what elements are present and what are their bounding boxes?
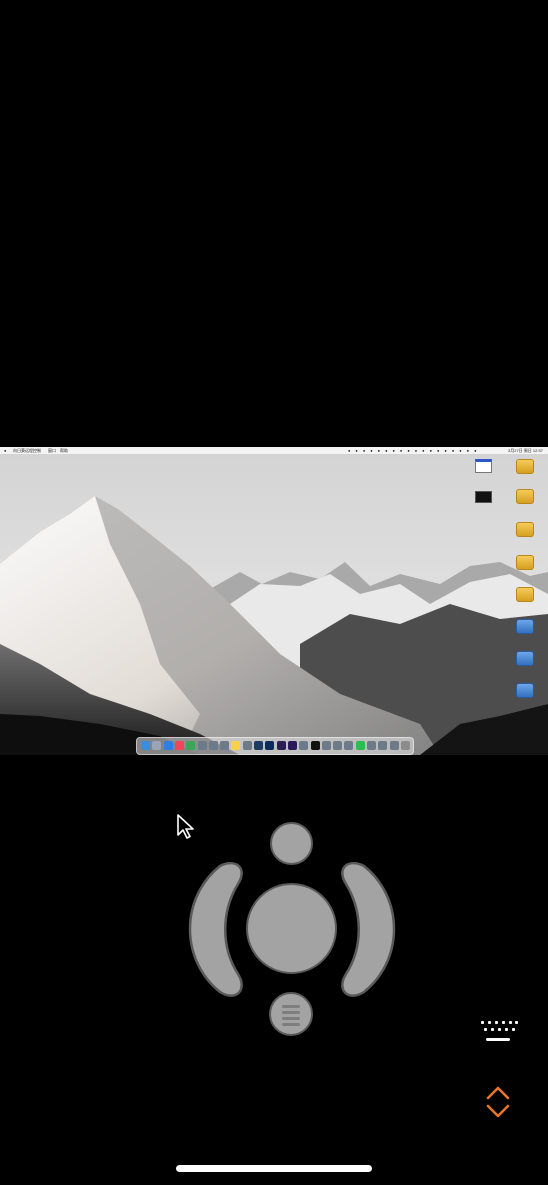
dock-app-icon[interactable] (378, 741, 388, 750)
keyboard-icon[interactable] (478, 1018, 520, 1044)
dock-premiere-pro-icon[interactable] (287, 741, 297, 750)
mouse-pointer-icon (177, 814, 194, 839)
dock-app-icon[interactable] (197, 741, 207, 750)
dock-app-icon[interactable] (220, 741, 230, 750)
app-menu-label[interactable]: 向日葵远程控制 (13, 447, 41, 454)
drive-icon (516, 587, 534, 602)
scroll-grip (282, 1011, 300, 1014)
dock-after-effects-icon[interactable] (276, 741, 286, 750)
home-indicator[interactable] (176, 1165, 372, 1172)
dock-notes-icon[interactable] (231, 741, 241, 750)
status-icons[interactable]: ●●●●●●●●●●●●●●●●●● (348, 447, 482, 454)
desktop-icon-drive[interactable] (502, 555, 548, 570)
desktop-icon-drive[interactable] (502, 587, 548, 602)
network-drive-icon (516, 619, 534, 634)
desktop-icon-drive[interactable] (502, 489, 548, 504)
controller-top-button[interactable] (270, 822, 313, 865)
display-icon (474, 491, 492, 503)
chevron-up-down-icon[interactable] (484, 1084, 512, 1120)
dock-safari-icon[interactable] (163, 741, 173, 750)
dock-app-icon[interactable] (344, 741, 354, 750)
dock-music-icon[interactable] (174, 741, 184, 750)
menu-item-window[interactable]: 窗口 (48, 447, 56, 454)
desktop-icon-drive[interactable] (502, 522, 548, 537)
menu-item-help[interactable]: 帮助 (60, 447, 68, 454)
dock-chrome-icon[interactable] (186, 741, 196, 750)
desktop-icon-display[interactable] (460, 491, 506, 503)
dock-launchpad-icon[interactable] (152, 741, 162, 750)
network-drive-icon (516, 683, 534, 698)
controller-right-button[interactable] (338, 856, 402, 1002)
mac-dock (136, 737, 414, 755)
dock-app-icon[interactable] (208, 741, 218, 750)
dock-app-icon[interactable] (333, 741, 343, 750)
dock-app-icon[interactable] (299, 741, 309, 750)
scroll-grip (282, 1017, 300, 1020)
drive-icon (516, 522, 534, 537)
mac-menubar[interactable]: ● 向日葵远程控制 窗口 帮助 ●●●●●●●●●●●●●●●●●● 3月27日… (0, 447, 548, 454)
desktop-icon-network-drive[interactable] (502, 619, 548, 634)
controller-left-button[interactable] (182, 856, 246, 1002)
controller-scroll-button[interactable] (269, 992, 313, 1036)
desktop-icon-drive[interactable] (502, 459, 548, 474)
network-drive-icon (516, 651, 534, 666)
dock-app-icon[interactable] (242, 741, 252, 750)
scroll-grip (282, 1005, 300, 1008)
remote-desktop-screen[interactable]: ● 向日葵远程控制 窗口 帮助 ●●●●●●●●●●●●●●●●●● 3月27日… (0, 447, 548, 755)
dock-trash-icon[interactable] (400, 741, 410, 750)
dock-app-icon[interactable] (367, 741, 376, 750)
dock-capcut-icon[interactable] (310, 741, 320, 750)
controller-center-button[interactable] (246, 883, 337, 974)
apple-icon[interactable]: ● (4, 447, 6, 454)
desktop-icon-display[interactable] (460, 459, 506, 473)
dock-finder-icon[interactable] (141, 741, 150, 750)
drive-icon (516, 489, 534, 504)
desktop-icon-network-drive[interactable] (502, 651, 548, 666)
desktop-icon-network-drive[interactable] (502, 683, 548, 698)
scroll-grip (282, 1023, 300, 1026)
menubar-clock: 3月27日 周日 12:57 (508, 448, 543, 453)
dock-app-icon[interactable] (389, 741, 399, 750)
drive-icon (516, 459, 534, 474)
dock-photoshop-icon[interactable] (265, 741, 275, 750)
display-icon (474, 459, 492, 473)
drive-icon (516, 555, 534, 570)
dock-wechat-icon[interactable] (355, 741, 365, 750)
dock-app-icon[interactable] (321, 741, 331, 750)
dock-lightroom-classic-icon[interactable] (254, 741, 263, 750)
